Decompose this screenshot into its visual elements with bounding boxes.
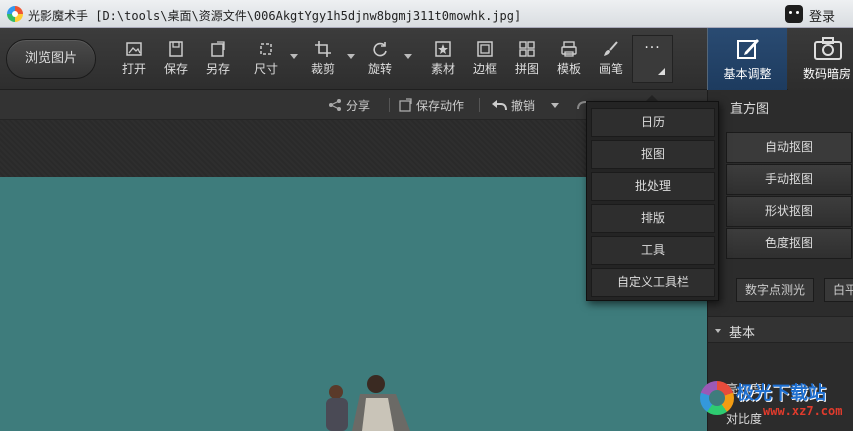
- frame-label: 边框: [472, 62, 497, 76]
- open-button[interactable]: 打开: [117, 38, 151, 82]
- save-icon: [169, 41, 183, 57]
- crop-button[interactable]: 裁剪: [306, 38, 340, 82]
- watermark-url: www.xz7.com: [763, 404, 843, 418]
- save-action-icon: [399, 98, 412, 112]
- material-icon: [435, 41, 451, 57]
- more-dots-icon: ···: [644, 40, 661, 56]
- template-label: 模板: [556, 62, 581, 76]
- resize-dropdown-arrow-icon[interactable]: [290, 54, 298, 59]
- photo-figures: [326, 375, 410, 431]
- manual-cutout-button[interactable]: 手动抠图: [726, 164, 852, 195]
- save-action-label: 保存动作: [416, 99, 465, 113]
- app-logo-icon: [7, 6, 23, 22]
- white-balance-button[interactable]: 白平: [824, 278, 853, 302]
- brush-button[interactable]: 画笔: [594, 38, 628, 82]
- login-link[interactable]: 登录: [809, 6, 835, 25]
- user-icon[interactable]: [785, 5, 803, 23]
- save-as-button[interactable]: 另存: [201, 38, 235, 82]
- chroma-cutout-button[interactable]: 色度抠图: [726, 228, 852, 259]
- save-button[interactable]: 保存: [159, 38, 193, 82]
- save-action-button[interactable]: 保存动作: [398, 97, 464, 114]
- save-as-label: 另存: [205, 62, 230, 76]
- window-title: 光影魔术手 [D:\tools\桌面\资源文件\006AkgtYgy1h5djn…: [28, 9, 522, 23]
- action-separator: [479, 98, 480, 112]
- resize-button[interactable]: 尺寸: [249, 38, 283, 82]
- save-label: 保存: [163, 62, 188, 76]
- tab-digital-darkroom-label: 数码暗房: [803, 67, 852, 81]
- rotate-dropdown-arrow-icon[interactable]: [404, 54, 412, 59]
- material-label: 素材: [430, 62, 455, 76]
- collage-button[interactable]: 拼图: [510, 38, 544, 82]
- expand-corner-icon: [658, 68, 665, 75]
- tab-digital-darkroom[interactable]: 数码暗房: [788, 28, 853, 90]
- action-separator: [389, 98, 390, 112]
- share-icon: [329, 99, 341, 111]
- material-button[interactable]: 素材: [426, 38, 460, 82]
- menu-item-calendar[interactable]: 日历: [591, 108, 715, 137]
- rotate-button[interactable]: 旋转: [363, 38, 397, 82]
- crop-icon: [315, 41, 331, 57]
- collapse-triangle-icon: [715, 329, 721, 333]
- collage-icon: [519, 41, 535, 57]
- basic-section-label: 基本: [729, 326, 756, 341]
- title-bar: 光影魔术手 [D:\tools\桌面\资源文件\006AkgtYgy1h5djn…: [0, 0, 853, 28]
- watermark-logo-icon: [700, 381, 734, 415]
- undo-dropdown-arrow-icon[interactable]: [551, 103, 559, 108]
- template-button[interactable]: 模板: [552, 38, 586, 82]
- undo-button[interactable]: 撤销: [491, 97, 535, 114]
- more-tools-menu: 日历 抠图 批处理 排版 工具 自定义工具栏: [586, 101, 719, 301]
- template-icon: [561, 41, 577, 57]
- save-as-icon: [211, 41, 225, 57]
- rotate-icon: [373, 42, 387, 57]
- undo-icon: [492, 100, 507, 111]
- auto-cutout-button[interactable]: 自动抠图: [726, 132, 852, 163]
- tab-basic-adjust[interactable]: 基本调整: [707, 28, 787, 90]
- watermark-title: 极光下载站: [736, 383, 826, 404]
- resize-icon: [260, 43, 272, 55]
- menu-item-layout[interactable]: 排版: [591, 204, 715, 233]
- menu-item-customize-toolbar[interactable]: 自定义工具栏: [591, 268, 715, 297]
- more-tools-button[interactable]: ···: [632, 35, 673, 83]
- histogram-title: 直方图: [730, 102, 770, 117]
- frame-button[interactable]: 边框: [468, 38, 502, 82]
- camera-icon: [814, 37, 842, 60]
- menu-item-batch[interactable]: 批处理: [591, 172, 715, 201]
- shape-cutout-button[interactable]: 形状抠图: [726, 196, 852, 227]
- share-button[interactable]: 分享: [328, 97, 370, 114]
- basic-section-header[interactable]: 基本: [708, 316, 853, 343]
- site-watermark: 极光下载站 www.xz7.com: [700, 379, 850, 427]
- open-label: 打开: [121, 62, 146, 76]
- share-label: 分享: [346, 99, 371, 113]
- resize-label: 尺寸: [253, 62, 278, 76]
- crop-dropdown-arrow-icon[interactable]: [347, 54, 355, 59]
- open-icon: [126, 42, 142, 56]
- edit-icon: [737, 39, 759, 59]
- menu-item-cutout[interactable]: 抠图: [591, 140, 715, 169]
- collage-label: 拼图: [514, 62, 539, 76]
- digital-spot-metering-button[interactable]: 数字点测光: [736, 278, 815, 302]
- rotate-label: 旋转: [367, 62, 392, 76]
- crop-label: 裁剪: [310, 62, 335, 76]
- menu-item-tools[interactable]: 工具: [591, 236, 715, 265]
- browse-images-button[interactable]: 浏览图片: [6, 39, 96, 79]
- brush-label: 画笔: [598, 62, 623, 76]
- tab-basic-adjust-label: 基本调整: [723, 67, 772, 81]
- brush-icon: [604, 41, 618, 56]
- undo-label: 撤销: [511, 99, 536, 113]
- frame-icon: [477, 41, 493, 57]
